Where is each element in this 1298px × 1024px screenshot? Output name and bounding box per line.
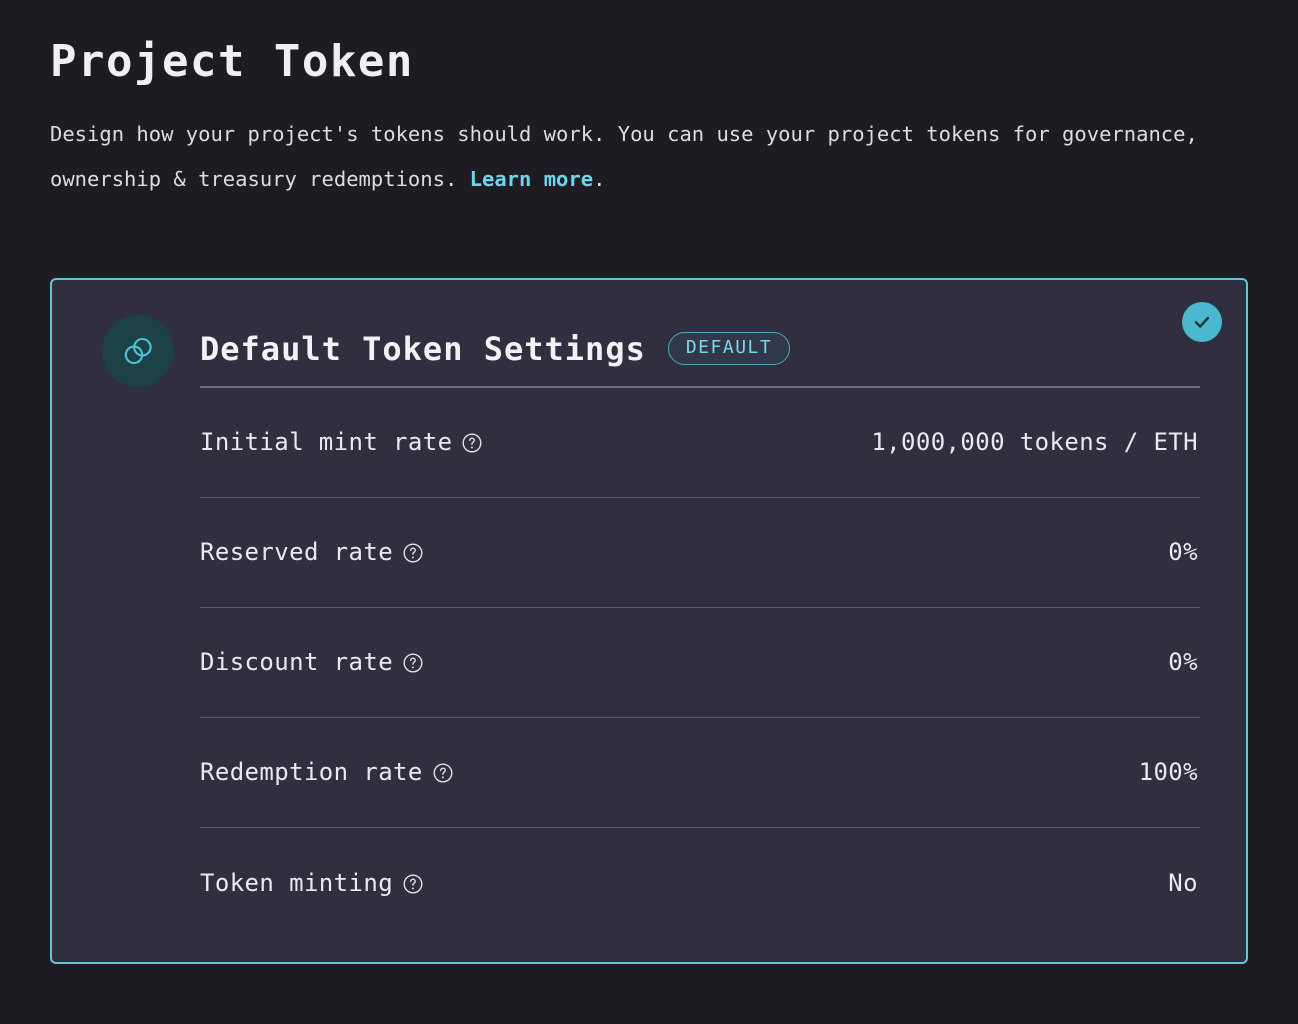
help-icon[interactable]	[402, 652, 424, 674]
question-circle-icon	[403, 874, 423, 894]
row-label-text: Token minting	[200, 868, 394, 897]
row-discount-rate: Discount rate 0%	[200, 608, 1200, 718]
project-token-page: Project Token Design how your project's …	[0, 0, 1298, 1024]
row-label: Discount rate	[200, 648, 424, 676]
row-label: Redemption rate	[200, 758, 454, 786]
default-badge: DEFAULT	[667, 332, 791, 366]
row-label-text: Reserved rate	[200, 538, 394, 567]
row-value: 0%	[1168, 538, 1198, 567]
help-icon[interactable]	[461, 432, 483, 454]
card-title: Default Token Settings	[200, 329, 646, 368]
row-value: No	[1168, 868, 1198, 897]
question-circle-icon	[462, 433, 482, 453]
row-label-text: Redemption rate	[200, 758, 423, 787]
row-label-text: Initial mint rate	[200, 428, 453, 457]
question-circle-icon	[403, 543, 423, 563]
row-redemption-rate: Redemption rate 100%	[200, 718, 1200, 828]
help-icon[interactable]	[432, 762, 454, 784]
row-initial-mint-rate: Initial mint rate 1,000,000 tokens / ETH	[200, 388, 1200, 498]
row-value: 1,000,000 tokens / ETH	[871, 428, 1198, 457]
card-selected-check-badge[interactable]	[1182, 301, 1222, 342]
row-token-minting: Token minting No	[200, 828, 1200, 938]
row-label-text: Discount rate	[200, 648, 394, 677]
learn-more-link[interactable]: Learn more	[470, 167, 593, 191]
check-icon	[1194, 316, 1210, 328]
page-description-text-after-link: .	[593, 166, 606, 191]
card-header-main: Default Token Settings DEFAULT	[200, 330, 1200, 388]
help-icon[interactable]	[402, 873, 424, 895]
row-reserved-rate: Reserved rate 0%	[200, 498, 1200, 608]
overlapping-circles-token-icon	[124, 337, 152, 364]
row-value: 0%	[1168, 648, 1198, 677]
row-label: Token minting	[200, 869, 424, 897]
row-label: Reserved rate	[200, 538, 424, 566]
row-label: Initial mint rate	[200, 428, 483, 456]
row-value: 100%	[1138, 758, 1198, 787]
question-circle-icon	[433, 763, 453, 783]
token-settings-rows: Initial mint rate 1,000,000 tokens / ETH…	[98, 388, 1200, 938]
page-title: Project Token	[50, 36, 414, 87]
default-token-settings-card[interactable]: Default Token Settings DEFAULT Initial m…	[50, 277, 1248, 964]
page-description: Design how your project's tokens should …	[50, 112, 1248, 202]
token-icon-badge	[102, 314, 174, 387]
help-icon[interactable]	[402, 542, 424, 564]
card-header: Default Token Settings DEFAULT	[98, 314, 1200, 388]
question-circle-icon	[403, 653, 423, 673]
page-description-text-before-link: Design how your project's tokens should …	[50, 121, 1198, 191]
